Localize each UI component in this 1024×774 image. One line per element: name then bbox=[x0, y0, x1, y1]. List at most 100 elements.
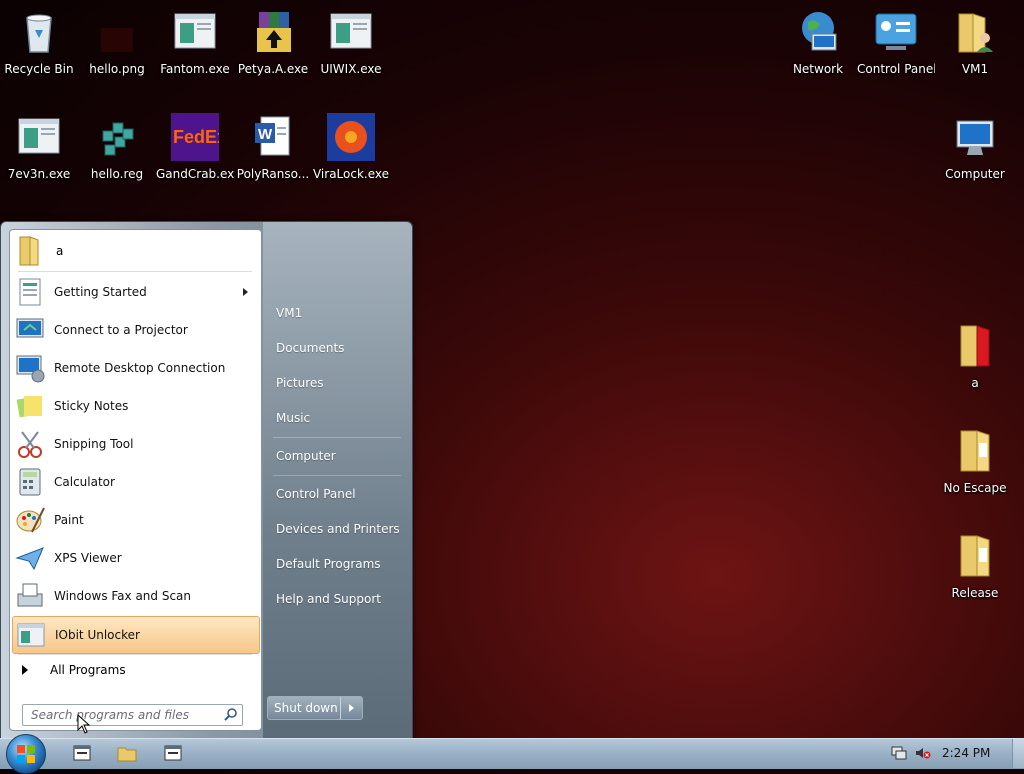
remote-desktop-icon bbox=[16, 355, 45, 383]
desktop-icon-computer[interactable]: Computer bbox=[936, 113, 1014, 181]
program-label: Sticky Notes bbox=[54, 399, 129, 413]
link-vm1[interactable]: VM1 bbox=[276, 306, 302, 320]
desktop-icon-control-panel[interactable]: Control Panel bbox=[857, 8, 935, 76]
recycle-bin-icon bbox=[26, 14, 52, 53]
show-desktop-button[interactable] bbox=[1012, 739, 1024, 768]
link-control-panel[interactable]: Control Panel bbox=[276, 487, 356, 501]
desktop-icon-hello-reg[interactable]: hello.reg bbox=[78, 113, 156, 181]
taskbar-app-window-icon[interactable] bbox=[72, 744, 92, 762]
link-music[interactable]: Music bbox=[276, 411, 310, 425]
desktop-icon-label: Control Panel bbox=[857, 62, 935, 76]
desktop-icon-gandcrab[interactable]: FedEx GandCrab.exe bbox=[156, 113, 234, 181]
shutdown-button[interactable]: Shut down bbox=[268, 697, 342, 719]
program-xps-viewer[interactable]: XPS Viewer bbox=[12, 540, 258, 576]
program-label: Snipping Tool bbox=[54, 437, 134, 451]
scissors-icon bbox=[18, 431, 42, 458]
separator bbox=[18, 654, 252, 655]
link-documents[interactable]: Documents bbox=[276, 341, 344, 355]
user-folder-icon bbox=[958, 13, 993, 53]
taskbar-explorer-icon[interactable] bbox=[117, 744, 137, 762]
desktop-icon-petya[interactable]: Petya.A.exe bbox=[234, 8, 312, 76]
desktop-icon-label: Computer bbox=[945, 167, 1005, 181]
program-iobit-unlocker[interactable]: IObit Unlocker bbox=[12, 616, 260, 654]
desktop-icon-polyransom[interactable]: W PolyRanso... bbox=[234, 113, 312, 181]
paint-palette-icon bbox=[16, 507, 45, 533]
desktop-icon-uiwix[interactable]: UIWIX.exe bbox=[312, 8, 390, 76]
program-windows-fax-scan[interactable]: Windows Fax and Scan bbox=[12, 578, 258, 614]
program-label: Getting Started bbox=[54, 285, 147, 299]
desktop-icon-release[interactable]: Release bbox=[936, 532, 1014, 600]
program-getting-started[interactable]: Getting Started bbox=[12, 274, 258, 310]
projector-icon bbox=[16, 318, 44, 338]
svg-text:FedEx: FedEx bbox=[173, 127, 219, 147]
registry-file-icon bbox=[102, 122, 134, 156]
separator bbox=[273, 475, 401, 476]
desktop-icon-label: 7ev3n.exe bbox=[7, 167, 71, 181]
desktop-icon-label: hello.png bbox=[89, 62, 145, 76]
desktop-icon-no-escape[interactable]: No Escape bbox=[936, 427, 1014, 495]
program-label: Connect to a Projector bbox=[54, 323, 188, 337]
link-default-programs[interactable]: Default Programs bbox=[276, 557, 381, 571]
desktop-icon-fantom[interactable]: Fantom.exe bbox=[156, 8, 234, 76]
desktop-icon-vm1[interactable]: VM1 bbox=[936, 8, 1014, 76]
program-snipping-tool[interactable]: Snipping Tool bbox=[12, 426, 258, 462]
desktop-icon-recycle-bin[interactable]: Recycle Bin bbox=[0, 8, 78, 76]
fedex-logo-icon: FedEx bbox=[171, 113, 219, 161]
shutdown-button-group: Shut down bbox=[267, 696, 363, 720]
start-menu-places-pane: VM1 Documents Pictures Music Computer Co… bbox=[263, 222, 412, 739]
desktop-icon-label: VM1 bbox=[961, 62, 989, 76]
svg-text:W: W bbox=[258, 126, 273, 143]
desktop-icon-network[interactable]: Network bbox=[779, 8, 857, 76]
desktop-icon-label: Network bbox=[792, 62, 844, 76]
search-icon bbox=[224, 708, 237, 721]
desktop-icon-label: No Escape bbox=[943, 481, 1007, 495]
all-programs-label: All Programs bbox=[50, 663, 126, 677]
volume-muted-icon[interactable] bbox=[915, 746, 931, 760]
exe-window-icon bbox=[17, 623, 45, 647]
word-document-icon: W bbox=[255, 116, 290, 156]
desktop-icon-7ev3n[interactable]: 7ev3n.exe bbox=[0, 113, 78, 181]
desktop-icon-label: ViraLock.exe bbox=[312, 167, 390, 181]
start-menu-programs-pane: a Getting Started Connect to a Projector bbox=[9, 229, 262, 731]
program-label: XPS Viewer bbox=[54, 551, 122, 565]
link-computer[interactable]: Computer bbox=[276, 449, 336, 463]
program-connect-projector[interactable]: Connect to a Projector bbox=[12, 312, 258, 348]
network-tray-icon[interactable] bbox=[891, 746, 907, 760]
program-label: Windows Fax and Scan bbox=[54, 589, 192, 603]
computer-icon bbox=[956, 120, 994, 155]
program-remote-desktop[interactable]: Remote Desktop Connection bbox=[12, 350, 258, 386]
desktop-icon-a[interactable]: a bbox=[936, 322, 1014, 390]
network-globe-icon bbox=[802, 12, 837, 51]
program-calculator[interactable]: Calculator bbox=[12, 464, 258, 500]
program-label: Calculator bbox=[54, 475, 115, 489]
desktop-icon-label: a bbox=[971, 376, 979, 390]
start-menu: a Getting Started Connect to a Projector bbox=[0, 221, 413, 740]
link-help-support[interactable]: Help and Support bbox=[276, 592, 381, 606]
link-devices-printers[interactable]: Devices and Printers bbox=[276, 522, 400, 536]
link-pictures[interactable]: Pictures bbox=[276, 376, 324, 390]
taskbar bbox=[0, 738, 1024, 769]
desktop-icon-label: Fantom.exe bbox=[160, 62, 230, 76]
pinned-item-label: a bbox=[56, 244, 64, 258]
shutdown-options-button[interactable] bbox=[341, 697, 362, 719]
desktop-icon-label: PolyRanso... bbox=[236, 167, 310, 181]
system-clock[interactable]: 2:24 PM bbox=[942, 746, 990, 760]
desktop-icon-viralock[interactable]: ViraLock.exe bbox=[312, 113, 390, 181]
search-input[interactable]: Search programs and files bbox=[22, 704, 243, 726]
sticky-notes-icon bbox=[16, 396, 42, 418]
winrar-archive-icon bbox=[257, 12, 291, 52]
desktop-icon-hello-png[interactable]: hello.png bbox=[78, 8, 156, 76]
program-paint[interactable]: Paint bbox=[12, 502, 258, 538]
separator bbox=[18, 271, 252, 272]
program-sticky-notes[interactable]: Sticky Notes bbox=[12, 388, 258, 424]
calculator-icon bbox=[19, 468, 41, 496]
all-programs-button[interactable]: All Programs bbox=[12, 658, 258, 682]
taskbar-app-window-icon[interactable] bbox=[163, 744, 183, 762]
windows-logo-icon bbox=[17, 745, 35, 763]
pinned-item-a[interactable]: a bbox=[12, 232, 258, 270]
image-file-icon bbox=[101, 28, 133, 52]
desktop-icon-label: hello.reg bbox=[90, 167, 144, 181]
desktop-icon-label: GandCrab.exe bbox=[156, 167, 234, 181]
exe-window-icon bbox=[18, 118, 60, 154]
start-button[interactable] bbox=[6, 734, 46, 774]
